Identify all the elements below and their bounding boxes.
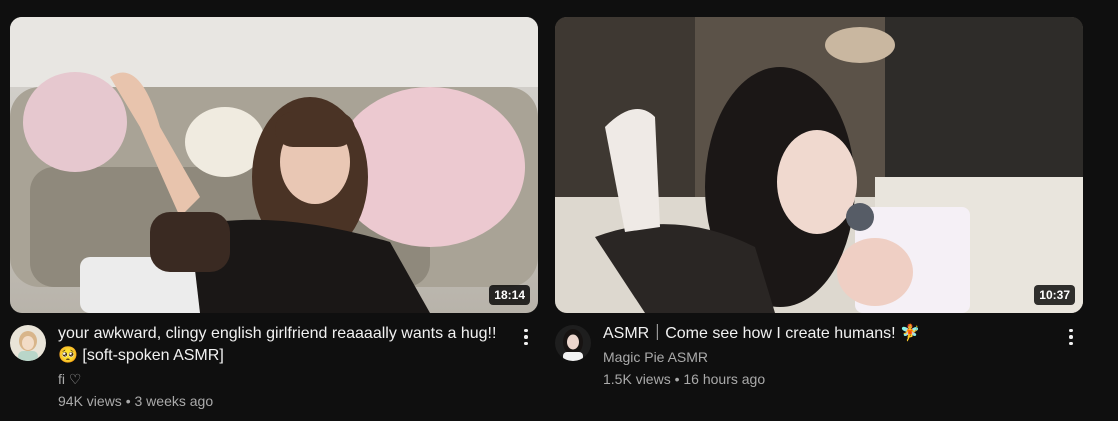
- upload-age: 16 hours ago: [683, 371, 766, 387]
- thumbnail-image: [555, 17, 1083, 313]
- view-count: 1.5K views: [603, 371, 671, 387]
- view-count: 94K views: [58, 393, 122, 409]
- thumbnail-image: [10, 17, 538, 313]
- video-card[interactable]: 10:37 ASMR｜Come see how I create humans!…: [555, 17, 1083, 405]
- video-card[interactable]: 18:14 your awkward, clingy english girlf…: [10, 17, 538, 409]
- more-vert-icon: [1069, 328, 1073, 346]
- channel-name[interactable]: fi ♡: [58, 371, 81, 388]
- video-thumbnail[interactable]: 10:37: [555, 17, 1083, 313]
- video-details: your awkward, clingy english girlfriend …: [10, 323, 538, 409]
- more-actions-button[interactable]: [514, 325, 538, 349]
- video-thumbnail[interactable]: 18:14: [10, 17, 538, 313]
- stats-separator: •: [125, 393, 131, 409]
- video-duration: 18:14: [489, 285, 530, 305]
- more-actions-button[interactable]: [1059, 325, 1083, 349]
- video-duration: 10:37: [1034, 285, 1075, 305]
- video-stats: 94K views • 3 weeks ago: [58, 393, 213, 409]
- upload-age: 3 weeks ago: [134, 393, 214, 409]
- video-title[interactable]: your awkward, clingy english girlfriend …: [58, 323, 500, 367]
- video-stats: 1.5K views • 16 hours ago: [603, 371, 765, 387]
- channel-name[interactable]: Magic Pie ASMR: [603, 349, 708, 365]
- channel-avatar-image: [10, 325, 46, 361]
- more-vert-icon: [524, 328, 528, 346]
- channel-avatar[interactable]: [555, 325, 591, 361]
- channel-avatar[interactable]: [10, 325, 46, 361]
- channel-avatar-image: [555, 325, 591, 361]
- stats-separator: •: [674, 371, 680, 387]
- video-details: ASMR｜Come see how I create humans! 🧚 Mag…: [555, 325, 1083, 405]
- video-title[interactable]: ASMR｜Come see how I create humans! 🧚: [603, 323, 1045, 345]
